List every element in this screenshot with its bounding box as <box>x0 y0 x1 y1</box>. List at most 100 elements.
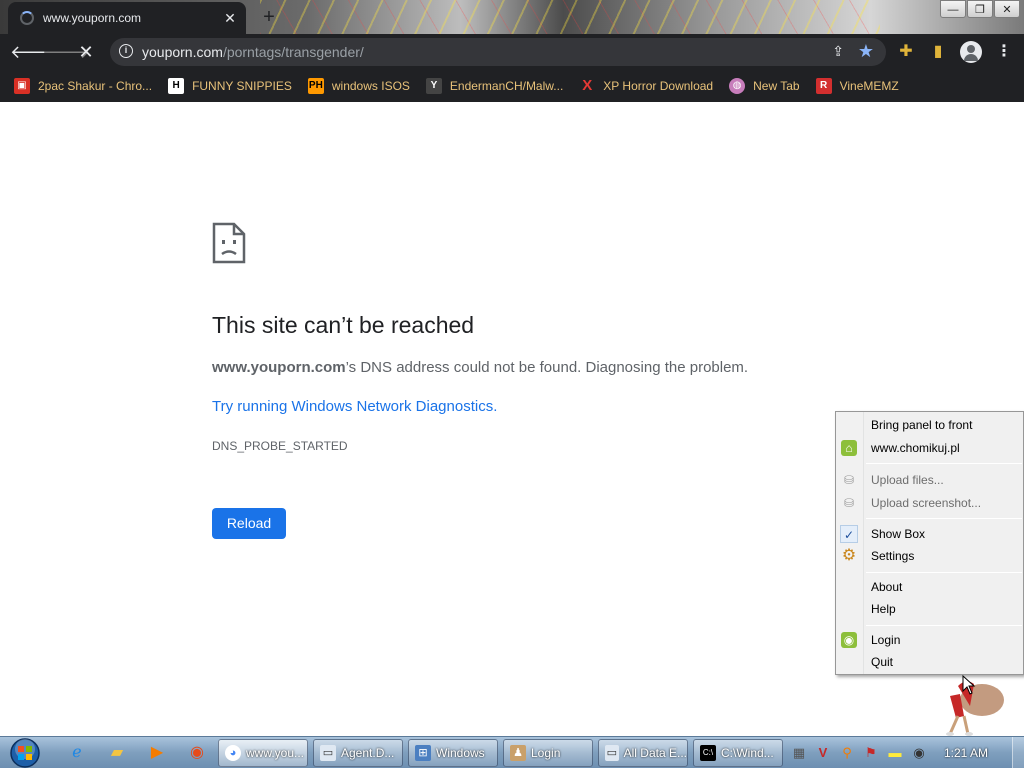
side-panel-icon[interactable]: ▮ <box>927 41 949 63</box>
site-info-icon[interactable]: i <box>119 44 133 58</box>
tray-message-icon[interactable]: ▬ <box>886 744 904 762</box>
taskbar-button-label: All Data E... <box>623 746 687 760</box>
user-icon: ♟ <box>510 745 526 761</box>
menu-item-label: Login <box>871 633 901 647</box>
menu-item-chomikuj[interactable]: ⌂ www.chomikuj.pl <box>836 437 1023 459</box>
tray-record-icon[interactable]: ◉ <box>910 744 928 762</box>
h-icon: H <box>168 78 185 94</box>
window-icon: ▭ <box>320 745 336 761</box>
menu-item-bring-panel-to-front[interactable]: Bring panel to front <box>836 414 1023 436</box>
menu-item-quit[interactable]: Quit <box>836 651 1023 673</box>
tray-app-icon[interactable]: ▦ <box>790 744 808 762</box>
error-description-rest: ’s DNS address could not be found. Diagn… <box>345 359 749 376</box>
command-prompt-icon: C:\ <box>700 745 716 761</box>
menu-item-settings[interactable]: ⚙ Settings <box>836 545 1023 567</box>
clock[interactable]: 1:21 AM <box>944 746 988 760</box>
taskbar-button-all-data[interactable]: ▭ All Data E... <box>598 739 688 767</box>
tray-search-icon[interactable]: ⚲ <box>838 744 856 762</box>
checkmark-icon: ✓ <box>840 525 858 543</box>
stop-loading-button[interactable]: ✕ <box>74 40 98 64</box>
taskbar-button-login[interactable]: ♟ Login <box>503 739 593 767</box>
menu-item-upload-screenshot[interactable]: ⛁ Upload screenshot... <box>836 492 1023 514</box>
reload-button[interactable]: Reload <box>212 508 286 539</box>
show-desktop-button[interactable] <box>1012 737 1024 768</box>
taskbar-button-label: www.you... <box>246 746 305 760</box>
tab-title: www.youporn.com <box>43 11 142 25</box>
taskbar-button-label: C:\Wind... <box>721 746 774 760</box>
menu-item-show-box[interactable]: ✓ Show Box <box>836 523 1023 545</box>
menu-item-label: www.chomikuj.pl <box>871 441 960 455</box>
chrome-icon: ◕ <box>225 745 241 761</box>
maximize-button[interactable]: ❐ <box>967 0 993 18</box>
extensions-puzzle-icon[interactable]: ✚ <box>895 41 917 63</box>
ph-icon: PH <box>307 78 324 94</box>
menu-item-login[interactable]: ◉ Login <box>836 629 1023 651</box>
minimize-button[interactable]: — <box>940 0 966 18</box>
explorer-folder-icon[interactable]: ▰ <box>106 743 128 763</box>
menu-item-about[interactable]: About <box>836 576 1023 598</box>
tray-v-icon[interactable]: V <box>814 744 832 762</box>
menu-separator <box>866 572 1022 573</box>
settings-icon: ⚙ <box>841 547 857 564</box>
yp-icon: Y <box>425 78 442 94</box>
taskbar-button-agent[interactable]: ▭ Agent.D... <box>313 739 403 767</box>
profile-avatar-icon[interactable] <box>960 41 982 63</box>
error-code: DNS_PROBE_STARTED <box>212 439 348 453</box>
bookmark-funny-snippies[interactable]: H FUNNY SNIPPIES <box>168 78 292 94</box>
error-host: www.youporn.com <box>212 359 346 376</box>
sad-document-icon <box>212 222 246 264</box>
upload-icon: ⛁ <box>843 473 855 487</box>
taskbar-button-cmd[interactable]: C:\ C:\Wind... <box>693 739 783 767</box>
browser-tab[interactable]: www.youporn.com ✕ <box>8 2 246 34</box>
bookmark-endermanch[interactable]: Y EndermanCH/Malw... <box>425 78 564 94</box>
menu-separator <box>866 518 1022 519</box>
taskbar-button-windows[interactable]: ⊞ Windows <box>408 739 498 767</box>
screenshot-icon: ⛁ <box>843 496 855 510</box>
r-icon: R <box>815 78 832 94</box>
forward-button[interactable]: 🡒 <box>42 40 90 64</box>
menu-item-label: Help <box>871 602 896 616</box>
tray-context-menu: Bring panel to front ⌂ www.chomikuj.pl ⛁ U… <box>835 411 1024 675</box>
window-controls: — ❐ ✕ <box>939 0 1020 18</box>
bookmark-star-icon[interactable]: ★ <box>858 41 874 62</box>
menu-item-label: Quit <box>871 655 894 669</box>
back-button[interactable]: 🡐 <box>10 40 58 64</box>
address-bar[interactable]: i youporn.com/porntags/transgender/ ⇪ ★ <box>110 38 886 66</box>
new-tab-button[interactable]: + <box>258 6 280 28</box>
bookmarks-bar: ▣ 2pac Shakur - Chro... H FUNNY SNIPPIES P… <box>0 70 1024 102</box>
bookmark-vinememz[interactable]: R VineMEMZ <box>815 78 899 94</box>
menu-item-help[interactable]: Help <box>836 598 1023 620</box>
window-icon: ▭ <box>605 745 619 761</box>
taskbar: ℯ ▰ ▶ ◉ ◕ www.you... ▭ Agent.D... ⊞ Windows… <box>0 736 1024 768</box>
bookmark-2pac[interactable]: ▣ 2pac Shakur - Chro... <box>14 78 152 94</box>
bookmark-xp-horror[interactable]: X XP Horror Download <box>579 78 713 94</box>
browser-menu-icon[interactable]: ⋮ <box>996 41 1012 63</box>
taskbar-button-label: Login <box>531 746 561 760</box>
bookmark-new-tab[interactable]: ◍ New Tab <box>729 78 800 94</box>
close-tab-icon[interactable]: ✕ <box>222 10 238 26</box>
tray-flag-icon[interactable]: ⚑ <box>862 744 880 762</box>
bookmark-label: XP Horror Download <box>603 79 714 93</box>
loading-spinner-icon <box>20 11 34 25</box>
url-text[interactable]: youporn.com/porntags/transgender/ <box>142 44 364 60</box>
menu-item-upload-files[interactable]: ⛁ Upload files... <box>836 469 1023 491</box>
tupac-icon: ▣ <box>14 78 30 94</box>
bookmark-label: EndermanCH/Malw... <box>449 79 564 93</box>
firefox-icon[interactable]: ◉ <box>186 743 208 763</box>
media-player-icon[interactable]: ▶ <box>146 743 168 763</box>
taskbar-button-chrome[interactable]: ◕ www.you... <box>218 739 308 767</box>
menu-item-label: Bring panel to front <box>871 418 973 432</box>
home-icon: ⌂ <box>841 440 857 456</box>
login-icon: ◉ <box>841 632 857 648</box>
menu-separator <box>866 463 1022 464</box>
menu-item-label: Show Box <box>871 527 926 541</box>
start-button-icon[interactable] <box>6 737 44 768</box>
internet-explorer-icon[interactable]: ℯ <box>66 743 88 763</box>
taskbar-button-label: Windows <box>436 746 485 760</box>
network-diagnostics-link[interactable]: Try running Windows Network Diagnostics. <box>212 398 497 415</box>
share-icon[interactable]: ⇪ <box>832 43 844 60</box>
close-window-button[interactable]: ✕ <box>994 0 1020 18</box>
menu-separator <box>866 625 1022 626</box>
bookmark-windows-isos[interactable]: PH windows ISOS <box>307 78 410 94</box>
wallpaper-scribble <box>260 0 880 34</box>
